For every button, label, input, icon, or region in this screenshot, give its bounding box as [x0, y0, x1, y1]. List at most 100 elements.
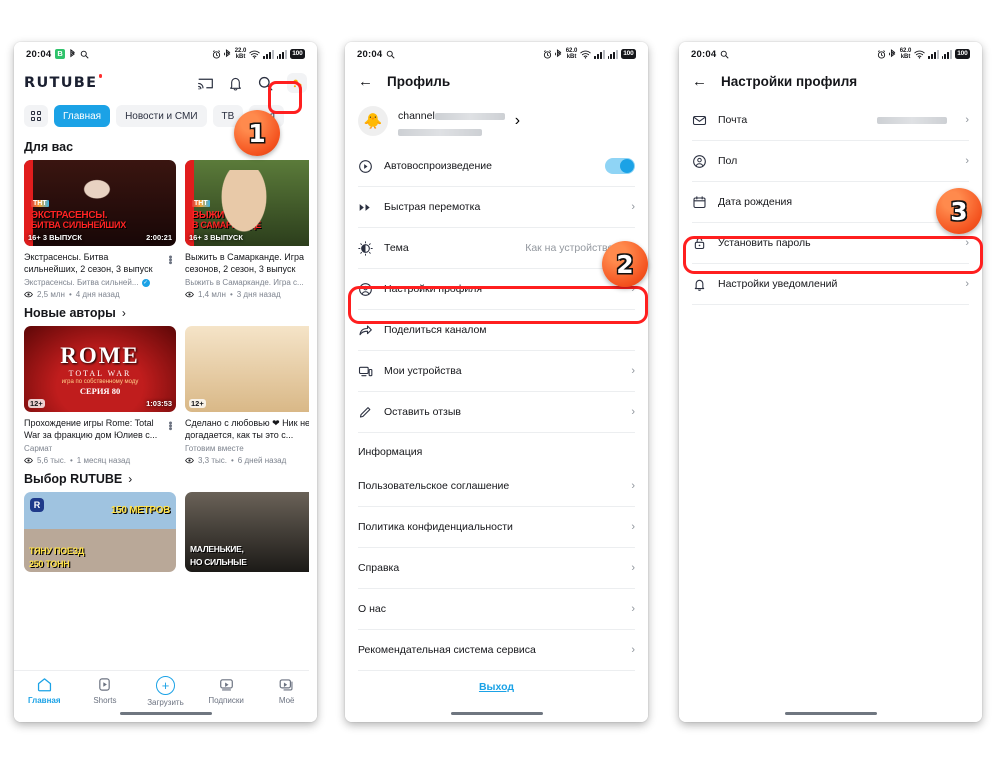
battery-icon: 100: [620, 49, 636, 59]
section-header-vybor-rutube[interactable]: Выбор RUTUBE ›: [14, 465, 317, 492]
library-icon: [279, 679, 293, 691]
row-autoplay[interactable]: Автовоспроизведение: [345, 146, 648, 186]
video-title: Экстрасенсы. Битва сильнейших, 2 сезон, …: [24, 252, 153, 274]
arrow-left-icon[interactable]: ←: [692, 74, 707, 89]
video-meta: 2,5 млн • 4 дня назад: [24, 290, 176, 299]
row-gender[interactable]: Пол ›: [679, 141, 982, 181]
rutube-logo: RUTUBE: [24, 74, 103, 91]
row-profile-settings[interactable]: Настройки профиля ›: [345, 269, 648, 309]
avatar-icon: [292, 79, 301, 87]
row-recommendation-system[interactable]: Рекомендательная система сервиса ›: [345, 630, 648, 670]
step-badge-1: 1: [234, 110, 280, 156]
calendar-icon: [693, 195, 706, 208]
home-indicator: [450, 711, 543, 715]
chip-novosti-smi[interactable]: Новости и СМИ: [116, 105, 207, 127]
video-card[interactable]: ROME TOTAL WAR игра по собственному моду…: [24, 326, 176, 465]
signal-bars-icon: [594, 49, 605, 59]
alarm-icon: [877, 49, 885, 59]
profile-row[interactable]: 🐥 channel ›: [345, 100, 648, 146]
row-label: О нас: [358, 603, 386, 615]
row-label: Установить пароль: [718, 237, 811, 249]
row-about-us[interactable]: О нас ›: [345, 589, 648, 629]
page-title: Настройки профиля: [721, 74, 858, 89]
search-icon: [80, 50, 89, 59]
app-top-bar: RUTUBE: [14, 66, 317, 100]
video-thumbnail[interactable]: ТНТ ЭКСТРАСЕНСЫ. БИТВА СИЛЬНЕЙШИХ 16+ 3 …: [24, 160, 176, 246]
video-thumbnail[interactable]: МАЛЕНЬКИЕ, НО СИЛЬНЫЕ: [185, 492, 317, 572]
video-row-novye-avtory: ROME TOTAL WAR игра по собственному моду…: [14, 326, 317, 465]
row-privacy-policy[interactable]: Политика конфиденциальности ›: [345, 507, 648, 547]
status-bar-right: 62.0 kBt 100: [877, 48, 970, 61]
section-title: Выбор RUTUBE: [24, 472, 123, 486]
top-bar-icons: [197, 73, 307, 93]
signal-bars-2-icon: [276, 49, 287, 59]
arrow-left-icon[interactable]: ←: [358, 74, 373, 89]
avatar: 🐥: [358, 106, 388, 136]
video-channel: Выжить в Самарканде. Игра с...: [185, 278, 304, 287]
tab-label: Моё: [278, 696, 295, 705]
verified-icon: ✓: [141, 278, 150, 287]
chip-grid-button[interactable]: [24, 105, 48, 127]
tab-podpiski[interactable]: Подписки: [196, 676, 257, 705]
tab-zagruzit[interactable]: + Загрузить: [135, 676, 196, 707]
video-thumbnail[interactable]: ROME TOTAL WAR игра по собственному моду…: [24, 326, 176, 412]
eye-icon: [185, 291, 194, 298]
row-email[interactable]: Почта ›: [679, 100, 982, 140]
row-set-password[interactable]: Установить пароль ›: [679, 223, 982, 263]
video-menu-icon[interactable]: •••: [164, 255, 176, 264]
wifi-icon: [580, 50, 592, 59]
video-card[interactable]: R 150 МЕТРОВ ТЯНУ ПОЕЗД 250 ТОНН: [24, 492, 176, 572]
bluetooth-audio-icon: [554, 49, 562, 58]
bell-icon: [694, 279, 705, 291]
video-thumbnail[interactable]: 12+: [185, 326, 317, 412]
row-value: [877, 114, 948, 126]
tab-label: Загрузить: [147, 698, 184, 707]
chevron-right-icon: ›: [631, 365, 635, 377]
chevron-right-icon: ›: [631, 480, 635, 492]
chip-glavnaya[interactable]: Главная: [54, 105, 111, 127]
row-help[interactable]: Справка ›: [345, 548, 648, 588]
nav-bar-profile: ← Профиль: [345, 66, 648, 100]
video-card[interactable]: ТНТ ВЫЖИТЬ В САМАРКАНДЕ 16+ 3 ВЫПУСК Выж…: [185, 160, 317, 299]
video-card[interactable]: ТНТ ЭКСТРАСЕНСЫ. БИТВА СИЛЬНЕЙШИХ 16+ 3 …: [24, 160, 176, 299]
cast-icon[interactable]: [197, 75, 214, 92]
tab-moyo[interactable]: Моё: [256, 676, 317, 705]
section-header-novye-avtory[interactable]: Новые авторы ›: [14, 299, 317, 326]
section-title: Новые авторы: [24, 306, 116, 320]
row-user-agreement[interactable]: Пользовательское соглашение ›: [345, 466, 648, 506]
autoplay-toggle[interactable]: [605, 158, 635, 174]
row-notification-settings[interactable]: Настройки уведомлений ›: [679, 264, 982, 304]
row-my-devices[interactable]: Мои устройства ›: [345, 351, 648, 391]
row-label: Пол: [718, 155, 738, 167]
chevron-right-icon: ›: [631, 603, 635, 615]
row-share-channel[interactable]: Поделиться каналом: [345, 310, 648, 350]
row-label: Поделиться каналом: [384, 324, 487, 336]
row-fast-forward[interactable]: Быстрая перемотка ›: [345, 187, 648, 227]
video-card[interactable]: 12+ Сделано с любовью ❤ Ник не догадаетс…: [185, 326, 317, 465]
row-label: Оставить отзыв: [384, 406, 461, 418]
row-label: Справка: [358, 562, 400, 574]
video-thumbnail[interactable]: R 150 МЕТРОВ ТЯНУ ПОЕЗД 250 ТОНН: [24, 492, 176, 572]
profile-text: channel: [398, 106, 505, 136]
status-clock: 20:04: [691, 48, 717, 60]
thumb-overlay-line2: БИТВА СИЛЬНЕЙШИХ: [31, 220, 126, 231]
chevron-right-icon: ›: [965, 114, 969, 126]
shorts-icon: [99, 678, 111, 691]
video-card[interactable]: МАЛЕНЬКИЕ, НО СИЛЬНЫЕ: [185, 492, 317, 572]
video-menu-icon[interactable]: •••: [164, 421, 176, 430]
row-leave-feedback[interactable]: Оставить отзыв ›: [345, 392, 648, 432]
video-thumbnail[interactable]: ТНТ ВЫЖИТЬ В САМАРКАНДЕ 16+ 3 ВЫПУСК: [185, 160, 317, 246]
search-icon[interactable]: [257, 75, 274, 92]
tab-shorts[interactable]: Shorts: [75, 676, 136, 705]
video-channel: Готовим вместе: [185, 444, 244, 453]
video-row-dlya-vas: ТНТ ЭКСТРАСЕНСЫ. БИТВА СИЛЬНЕЙШИХ 16+ 3 …: [14, 160, 317, 299]
tab-glavnaya[interactable]: Главная: [14, 676, 75, 705]
step-badge-2: 2: [602, 241, 648, 287]
bell-icon[interactable]: [227, 75, 244, 92]
avatar-button[interactable]: [287, 73, 307, 93]
subscriptions-icon: [219, 679, 233, 691]
battery-icon: 100: [954, 49, 970, 59]
thumb-overlay-line2: В САМАРКАНДЕ: [192, 220, 262, 231]
logout-button[interactable]: Выход: [345, 671, 648, 693]
temperature-icon: 62.0 kBt: [565, 47, 578, 60]
